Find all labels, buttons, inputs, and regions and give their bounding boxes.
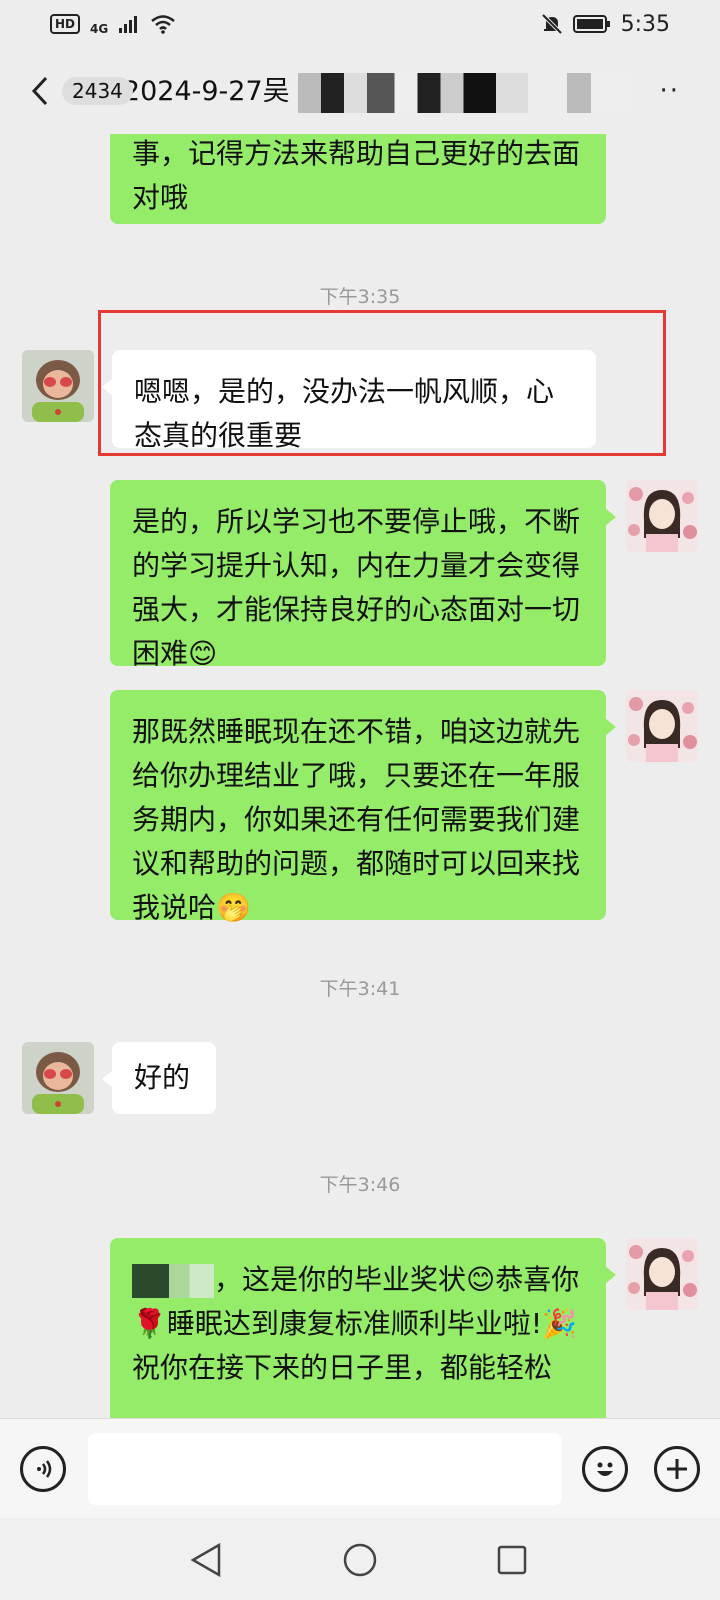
- nav-home-button[interactable]: [338, 1538, 382, 1582]
- system-nav-bar: [0, 1518, 720, 1600]
- highlight-box: [98, 310, 666, 456]
- add-icon: [667, 1459, 687, 1479]
- more-icon: ··: [659, 76, 680, 106]
- avatar-contact[interactable]: [22, 350, 94, 422]
- triangle-back-icon: [190, 1542, 221, 1578]
- message-text-part2: 恭喜你: [495, 1263, 580, 1296]
- emoji-icon: [597, 1462, 613, 1476]
- message-text-part1: ，这是你的毕业奖状: [214, 1263, 467, 1296]
- self-avatar-image: [626, 1238, 698, 1310]
- chat-area[interactable]: 事，记得方法来帮助自己更好的去面对哦 下午3:35 嗯嗯，是的，没办法一帆风顺，…: [0, 134, 720, 1418]
- message-input[interactable]: [88, 1433, 562, 1505]
- more-button[interactable]: ··: [659, 76, 680, 106]
- avatar-self[interactable]: [626, 690, 698, 762]
- title-redaction: [298, 72, 529, 113]
- status-right: 5:35: [541, 12, 670, 37]
- message-bubble-received[interactable]: 好的: [112, 1042, 216, 1114]
- message-bubble-sent[interactable]: ，这是你的毕业奖状😊恭喜你 🌹睡眠达到康复标准顺利毕业啦!🎉 祝你在接下来的日子里，…: [110, 1238, 606, 1418]
- input-bar: [0, 1418, 720, 1518]
- shush-emoji-icon: 🤭: [216, 891, 251, 924]
- network-type: 4G: [90, 22, 109, 36]
- timestamp: 下午3:46: [319, 1174, 401, 1196]
- contact-avatar-image: [22, 1042, 94, 1114]
- add-button[interactable]: [654, 1446, 700, 1492]
- message-text-part3: 睡眠达到康复标准顺利毕业啦!: [166, 1307, 543, 1340]
- party-popper-emoji-icon: 🎉: [542, 1307, 577, 1340]
- smile-emoji-icon: 😊: [466, 1263, 496, 1296]
- rose-emoji-icon: 🌹: [132, 1307, 167, 1340]
- chevron-left-icon: [31, 76, 48, 106]
- nav-recents-button[interactable]: [490, 1538, 534, 1582]
- message-text: 事，记得方法来帮助自己更好的去面对哦: [132, 137, 581, 214]
- chat-title: 2024-9-27吴: [123, 69, 627, 113]
- self-avatar-image: [626, 690, 698, 762]
- title-redaction-2: [566, 72, 627, 113]
- timestamp: 下午3:35: [319, 286, 401, 308]
- emoji-button[interactable]: [582, 1446, 628, 1492]
- self-avatar-image: [626, 480, 698, 552]
- avatar-self[interactable]: [626, 480, 698, 552]
- name-redaction: [132, 1264, 214, 1298]
- battery-icon: [572, 15, 610, 33]
- avatar-self[interactable]: [626, 1238, 698, 1310]
- signal-icon: [119, 16, 138, 33]
- message-text: 那既然睡眠现在还不错，咱这边就先给你办理结业了哦，只要还在一年服务期内，你如果还…: [132, 715, 581, 924]
- contact-avatar-image: [22, 350, 94, 422]
- chat-title-text: 2024-9-27吴: [122, 76, 290, 108]
- bubble-tail: [605, 1266, 616, 1284]
- avatar-contact[interactable]: [22, 1042, 94, 1114]
- chat-header: 2434 2024-9-27吴 ··: [0, 48, 720, 134]
- message-text-part4: 祝你在接下来的日子里，都能轻松: [132, 1351, 553, 1384]
- circle-home-icon: [343, 1543, 377, 1577]
- mute-bell-icon: [541, 13, 563, 35]
- smile-emoji-icon: 😊: [188, 637, 218, 670]
- wifi-icon: [151, 15, 176, 34]
- bubble-tail: [605, 508, 616, 526]
- nav-back-button[interactable]: [184, 1538, 228, 1582]
- status-time: 5:35: [620, 11, 670, 37]
- voice-button[interactable]: [20, 1446, 66, 1492]
- message-bubble-sent[interactable]: 那既然睡眠现在还不错，咱这边就先给你办理结业了哦，只要还在一年服务期内，你如果还…: [110, 690, 606, 924]
- square-recents-icon: [497, 1545, 527, 1575]
- message-bubble-sent[interactable]: 事，记得方法来帮助自己更好的去面对哦: [110, 134, 606, 224]
- hd-badge: HD: [50, 14, 81, 34]
- unread-count-badge: 2434: [62, 77, 133, 105]
- status-bar: HD 4G 5:35: [0, 0, 720, 48]
- timestamp: 下午3:41: [319, 978, 401, 1000]
- bubble-tail: [605, 718, 616, 736]
- back-button[interactable]: [20, 61, 60, 121]
- status-left: HD 4G: [50, 12, 176, 36]
- message-bubble-sent[interactable]: 是的，所以学习也不要停止哦，不断的学习提升认知，内在力量才会变得强大，才能保持良…: [110, 480, 606, 670]
- message-text: 好的: [134, 1061, 191, 1094]
- voice-icon: [37, 1460, 52, 1478]
